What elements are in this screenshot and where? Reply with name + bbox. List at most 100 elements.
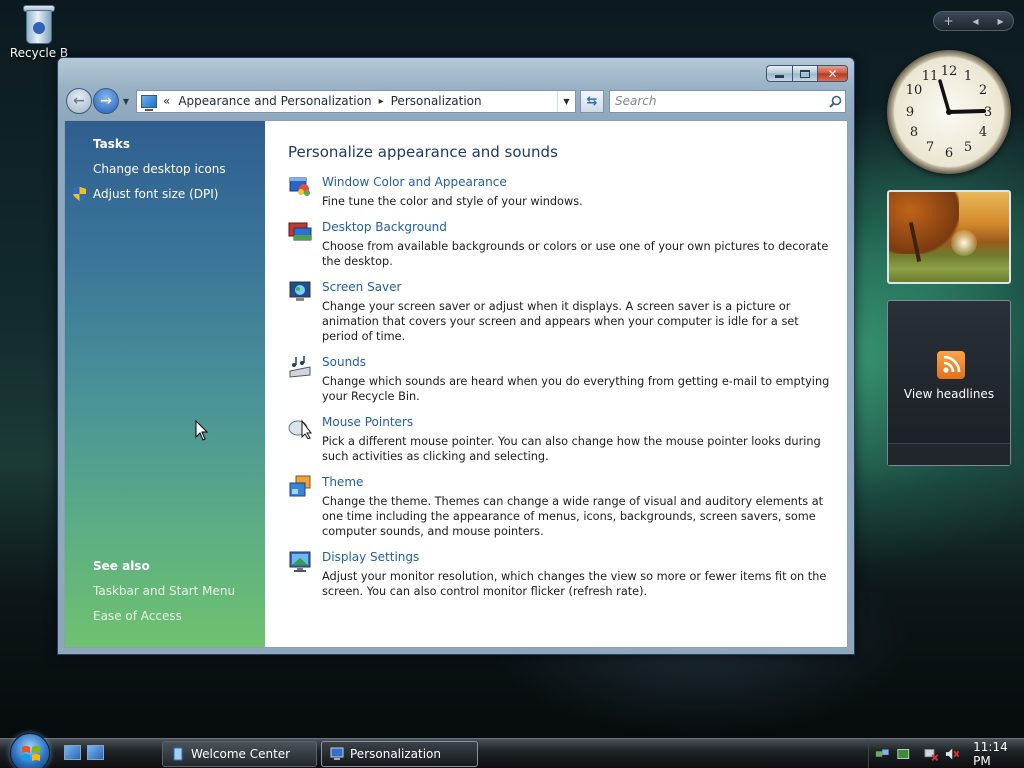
display-settings-item: Display Settings Adjust your monitor res…	[288, 550, 838, 599]
main-pane: Personalize appearance and sounds Window…	[265, 121, 847, 647]
clock-number: 6	[945, 146, 953, 161]
screen-saver-link[interactable]: Screen Saver	[322, 280, 838, 295]
minute-hand	[938, 79, 951, 114]
sounds-link[interactable]: Sounds	[322, 355, 838, 370]
breadcrumb-separator[interactable]: ▸	[379, 96, 384, 107]
breadcrumb-appearance[interactable]: Appearance and Personalization	[178, 94, 371, 108]
show-desktop-icon[interactable]	[64, 745, 81, 760]
quick-launch	[64, 745, 104, 760]
search-input[interactable]	[615, 94, 825, 108]
change-desktop-icons-link[interactable]: Change desktop icons	[93, 162, 226, 176]
start-button[interactable]	[10, 733, 50, 768]
uac-shield-icon	[73, 187, 86, 201]
recent-pages-dropdown[interactable]: ▼	[120, 97, 132, 106]
clock-number: 1	[964, 69, 972, 84]
display-settings-link[interactable]: Display Settings	[322, 550, 838, 565]
notification-area: 11:14 PM	[868, 739, 1024, 768]
refresh-button[interactable]: ⇆	[580, 89, 604, 113]
display-settings-description: Adjust your monitor resolution, which ch…	[322, 570, 827, 598]
search-icon[interactable]	[825, 91, 845, 112]
maximize-icon	[800, 69, 810, 78]
ease-of-access-link[interactable]: Ease of Access	[93, 609, 182, 623]
clock-gadget[interactable]: 12 1 2 3 4 5 6 7 8 9 10 11	[887, 50, 1011, 174]
window-color-description: Fine tune the color and style of your wi…	[322, 195, 583, 208]
desktop-background-link[interactable]: Desktop Background	[322, 220, 838, 235]
feed-footer	[888, 443, 1010, 465]
see-also-heading: See also	[93, 559, 150, 573]
minimize-button[interactable]	[766, 65, 792, 82]
close-icon: ✕	[827, 66, 838, 81]
gadget-sidebar-controls: + ◂ ▸	[933, 11, 1014, 31]
adjust-font-size-link[interactable]: Adjust font size (DPI)	[93, 187, 218, 201]
task-pane: Tasks Change desktop icons Adjust font s…	[65, 121, 265, 647]
security-center-icon[interactable]	[896, 747, 911, 761]
maximize-button[interactable]	[792, 65, 818, 82]
mouse-pointers-link[interactable]: Mouse Pointers	[322, 415, 838, 430]
switch-windows-icon[interactable]	[87, 745, 104, 760]
screen-saver-description: Change your screen saver or adjust when …	[322, 300, 799, 343]
clock-number: 9	[906, 105, 914, 120]
clock-number: 7	[926, 140, 934, 155]
caption-buttons: ✕	[766, 65, 848, 82]
desktop-background-icon	[288, 222, 312, 241]
taskbar-button-personalization[interactable]: Personalization	[321, 741, 478, 767]
forward-button[interactable]: →	[93, 88, 119, 114]
recycle-bin-desktop-icon[interactable]: Recycle B	[4, 2, 74, 60]
sounds-item: Sounds Change which sounds are heard whe…	[288, 355, 838, 404]
taskbar-button-label: Personalization	[350, 747, 441, 761]
desktop-background-item: Desktop Background Choose from available…	[288, 220, 838, 269]
taskbar-button-welcome-center[interactable]: Welcome Center	[162, 741, 317, 767]
taskbar-start-menu-link[interactable]: Taskbar and Start Menu	[93, 584, 235, 598]
screen-saver-icon	[289, 281, 311, 301]
personalization-icon	[330, 747, 344, 760]
clock-number: 8	[910, 125, 918, 140]
view-headlines-link[interactable]: View headlines	[888, 387, 1010, 401]
address-bar[interactable]: « Appearance and Personalization ▸ Perso…	[136, 89, 576, 113]
next-page-icon[interactable]: ▸	[997, 14, 1003, 28]
taskbar-button-label: Welcome Center	[191, 747, 291, 761]
search-box[interactable]	[609, 89, 846, 113]
feed-headlines-gadget[interactable]: View headlines	[887, 300, 1011, 466]
volume-muted-icon[interactable]	[945, 747, 960, 761]
clock-number: 2	[979, 83, 987, 98]
add-gadget-button[interactable]: +	[943, 14, 953, 28]
personalization-window: ✕ ← → ▼ « Appearance and Personalization…	[57, 57, 855, 655]
address-dropdown-icon[interactable]: ▼	[557, 90, 575, 112]
mouse-pointers-description: Pick a different mouse pointer. You can …	[322, 435, 821, 463]
tasks-heading: Tasks	[93, 137, 131, 151]
clock-number: 4	[979, 125, 987, 140]
mouse-cursor-icon	[195, 420, 209, 441]
recycle-bin-icon	[21, 2, 57, 46]
close-button[interactable]: ✕	[818, 65, 848, 82]
clock-face: 12 1 2 3 4 5 6 7 8 9 10 11	[906, 64, 992, 161]
mouse-pointers-item: Mouse Pointers Pick a different mouse po…	[288, 415, 838, 464]
breadcrumb-overflow[interactable]: «	[163, 94, 170, 108]
rss-icon	[937, 351, 965, 379]
theme-icon	[289, 475, 311, 497]
navigation-bar: ← → ▼ « Appearance and Personalization ▸…	[66, 88, 846, 114]
forward-arrow-icon: →	[100, 93, 112, 109]
display-settings-icon	[289, 551, 311, 572]
clock-number: 5	[964, 140, 972, 155]
previous-page-icon[interactable]: ◂	[972, 14, 978, 28]
taskbar: Welcome Center Personalization 11:14 PM	[0, 733, 1024, 768]
welcome-center-icon	[173, 747, 183, 761]
hour-hand	[947, 109, 986, 114]
connection-icon[interactable]	[924, 747, 939, 761]
theme-item: Theme Change the theme. Themes can chang…	[288, 475, 838, 539]
theme-description: Change the theme. Themes can change a wi…	[322, 495, 824, 538]
clock-number: 12	[941, 64, 958, 79]
control-panel-icon	[141, 94, 157, 111]
back-arrow-icon: ←	[73, 93, 85, 109]
desktop-background-description: Choose from available backgrounds or col…	[322, 240, 829, 268]
content-area: Tasks Change desktop icons Adjust font s…	[64, 120, 848, 648]
window-color-link[interactable]: Window Color and Appearance	[322, 175, 838, 190]
slideshow-gadget[interactable]	[887, 190, 1011, 284]
theme-link[interactable]: Theme	[322, 475, 838, 490]
sounds-icon	[289, 356, 311, 378]
windows-logo-icon	[22, 746, 40, 761]
network-icon[interactable]	[875, 747, 890, 761]
breadcrumb-personalization[interactable]: Personalization	[391, 94, 482, 108]
back-button[interactable]: ←	[66, 88, 92, 114]
taskbar-clock[interactable]: 11:14 PM	[973, 740, 1024, 768]
